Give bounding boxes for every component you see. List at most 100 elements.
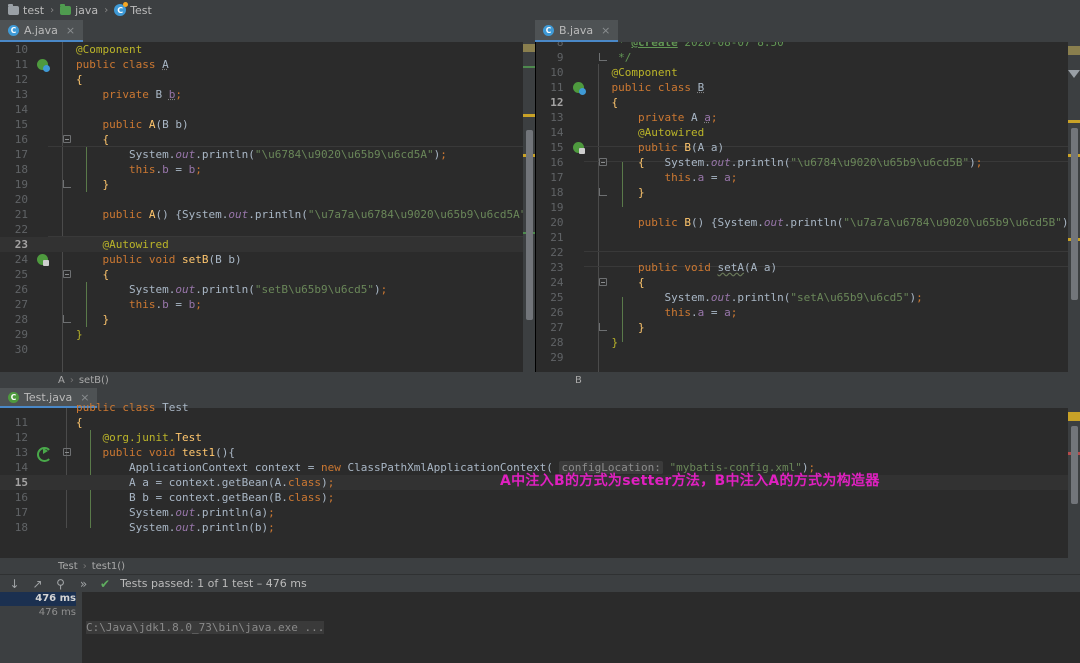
spring-bean-icon[interactable] bbox=[37, 59, 50, 72]
fold-end-icon[interactable] bbox=[598, 52, 607, 61]
fold-collapse-icon[interactable] bbox=[63, 269, 71, 278]
code-line[interactable]: 10 @Component bbox=[0, 42, 535, 57]
tab-A-java[interactable]: C A.java × bbox=[0, 20, 84, 42]
gutter[interactable] bbox=[570, 42, 596, 50]
gutter[interactable] bbox=[34, 475, 60, 490]
gutter[interactable] bbox=[570, 185, 596, 200]
download-icon[interactable]: ↓ bbox=[8, 577, 21, 591]
fold-end-icon[interactable] bbox=[598, 322, 607, 331]
gutter[interactable] bbox=[570, 335, 596, 350]
spring-bean-icon[interactable] bbox=[572, 82, 586, 95]
gutter[interactable] bbox=[570, 350, 596, 365]
code-line[interactable]: 20 bbox=[0, 192, 535, 207]
code-line[interactable]: 26 System.out.println("setB\u65b9\u6cd5"… bbox=[0, 282, 535, 297]
fold-marker[interactable] bbox=[60, 312, 74, 327]
breadcrumb-item-test[interactable]: test bbox=[6, 3, 46, 17]
code-line[interactable]: 26 this.a = a; bbox=[536, 305, 1080, 320]
gutter[interactable] bbox=[570, 260, 596, 275]
gutter[interactable] bbox=[570, 200, 596, 215]
code-line[interactable]: 17 this.a = a; bbox=[536, 170, 1080, 185]
code-line[interactable]: 14 bbox=[0, 102, 535, 117]
scrollbar-left-pane[interactable] bbox=[522, 42, 535, 372]
code-line[interactable]: public class Test bbox=[0, 400, 1080, 415]
gutter[interactable] bbox=[570, 275, 596, 290]
gutter[interactable] bbox=[34, 342, 60, 357]
gutter[interactable] bbox=[34, 132, 60, 147]
scroll-marker-warning[interactable] bbox=[1068, 412, 1080, 421]
fold-marker[interactable] bbox=[596, 50, 610, 65]
code-line[interactable]: 28 } bbox=[0, 312, 535, 327]
fold-end-icon[interactable] bbox=[63, 179, 71, 188]
gutter[interactable] bbox=[34, 192, 60, 207]
code-line[interactable]: 24 public void setB(B b) bbox=[0, 252, 535, 267]
code-line[interactable]: 12 @org.junit.Test bbox=[0, 430, 1080, 445]
code-line[interactable]: 11 public class A bbox=[0, 57, 535, 72]
scroll-marker-warning[interactable] bbox=[1068, 120, 1080, 123]
gutter[interactable] bbox=[570, 230, 596, 245]
breadcrumb-method[interactable]: setB() bbox=[79, 375, 109, 386]
breadcrumb-item-java[interactable]: java bbox=[58, 3, 100, 17]
gutter[interactable] bbox=[34, 327, 60, 342]
close-icon[interactable]: × bbox=[601, 24, 610, 37]
gutter[interactable] bbox=[34, 72, 60, 87]
expand-icon[interactable]: ↗ bbox=[31, 577, 44, 591]
gutter[interactable] bbox=[34, 207, 60, 222]
code-line[interactable]: 16 { System.out.println("\u6784\u9020\u6… bbox=[536, 155, 1080, 170]
fold-marker[interactable] bbox=[60, 267, 74, 282]
gutter[interactable] bbox=[34, 520, 60, 535]
gutter[interactable] bbox=[34, 162, 60, 177]
search-icon[interactable]: ⚲ bbox=[54, 577, 67, 591]
code-line[interactable]: 28 } bbox=[536, 335, 1080, 350]
code-line[interactable]: 14 @Autowired bbox=[536, 125, 1080, 140]
gutter[interactable] bbox=[570, 245, 596, 260]
scroll-marker[interactable] bbox=[1068, 46, 1080, 55]
scroll-marker-caret[interactable] bbox=[1068, 70, 1080, 78]
gutter[interactable] bbox=[34, 282, 60, 297]
scrollbar-bottom-editor[interactable] bbox=[1068, 408, 1080, 558]
breadcrumb-A[interactable]: A › setB() bbox=[0, 375, 535, 386]
fold-end-icon[interactable] bbox=[63, 314, 71, 323]
code-line[interactable]: 21 public A() {System.out.println("\u7a7… bbox=[0, 207, 535, 222]
fold-marker[interactable] bbox=[60, 177, 74, 192]
fold-marker[interactable] bbox=[596, 275, 610, 290]
code-area-B[interactable]: 8 * @create 2020-08-07 8:50 9 */ 10 @Com… bbox=[536, 42, 1080, 372]
code-line[interactable]: 22 bbox=[536, 245, 1080, 260]
console-output[interactable]: C:\Java\jdk1.8.0_73\bin\java.exe ... 空构造… bbox=[82, 592, 1080, 663]
code-area-A[interactable]: 10 @Component 11 public class A 12 {13 … bbox=[0, 42, 535, 372]
code-line[interactable]: 11 public class B bbox=[536, 80, 1080, 95]
code-line[interactable]: 13 public void test1(){ bbox=[0, 445, 1080, 462]
gutter[interactable] bbox=[34, 42, 60, 57]
breadcrumb-class[interactable]: Test bbox=[58, 561, 78, 572]
timing-row[interactable]: 476 ms bbox=[0, 606, 76, 620]
code-line[interactable]: 24 { bbox=[536, 275, 1080, 290]
fold-collapse-icon[interactable] bbox=[63, 447, 71, 456]
gutter[interactable] bbox=[570, 140, 596, 155]
code-line[interactable]: 8 * @create 2020-08-07 8:50 bbox=[536, 42, 1080, 50]
gutter[interactable] bbox=[570, 95, 596, 110]
gutter[interactable] bbox=[34, 177, 60, 192]
gutter[interactable] bbox=[570, 320, 596, 335]
fold-marker[interactable] bbox=[596, 155, 610, 170]
code-line[interactable]: 17 System.out.println(a); bbox=[0, 505, 1080, 520]
breadcrumb-method[interactable]: test1() bbox=[92, 561, 125, 572]
timing-row[interactable]: 476 ms bbox=[0, 592, 76, 606]
breadcrumb-class[interactable]: B bbox=[575, 375, 582, 386]
code-line[interactable]: 18 System.out.println(b); bbox=[0, 520, 1080, 535]
scroll-marker[interactable] bbox=[522, 44, 535, 52]
gutter[interactable] bbox=[570, 125, 596, 140]
gutter[interactable] bbox=[570, 170, 596, 185]
gutter[interactable] bbox=[34, 490, 60, 505]
gutter[interactable] bbox=[570, 50, 596, 65]
gutter[interactable] bbox=[34, 117, 60, 132]
gutter[interactable] bbox=[570, 65, 596, 80]
gutter[interactable] bbox=[570, 110, 596, 125]
code-line[interactable]: 18 this.b = b; bbox=[0, 162, 535, 177]
gutter[interactable] bbox=[34, 237, 60, 252]
gutter[interactable] bbox=[34, 312, 60, 327]
gutter[interactable] bbox=[570, 305, 596, 320]
tab-B-java[interactable]: C B.java × bbox=[535, 20, 619, 42]
gutter[interactable] bbox=[34, 297, 60, 312]
fold-collapse-icon[interactable] bbox=[598, 157, 607, 166]
fold-marker[interactable] bbox=[596, 185, 610, 200]
spring-autowire-icon[interactable] bbox=[572, 142, 585, 154]
